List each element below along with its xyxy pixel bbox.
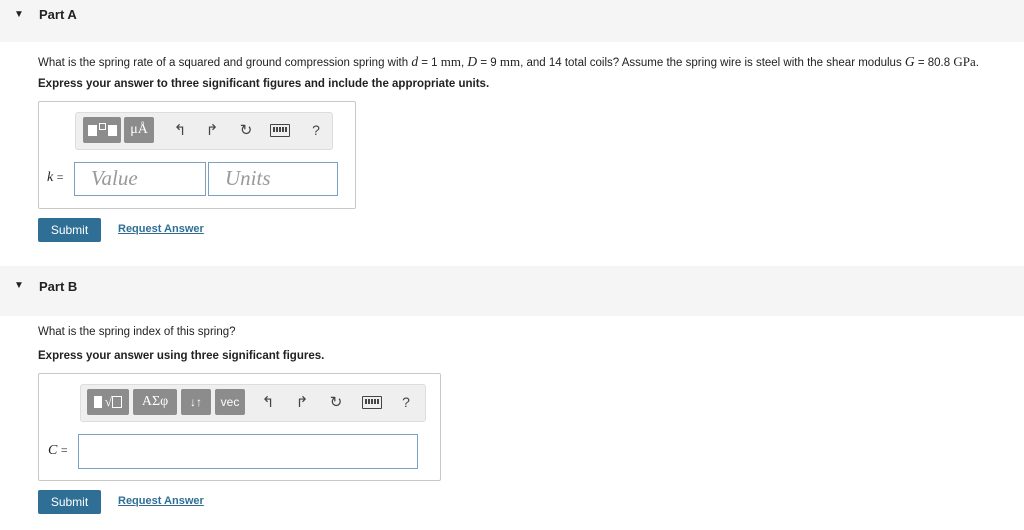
- keyboard-icon[interactable]: [268, 117, 292, 143]
- part-a-toolbar: μÅ ↰ ↱ ↻ ?: [75, 112, 333, 150]
- part-b-toolbar: √ ΑΣφ ↓↑ vec ↰ ↱ ↻ ?: [80, 384, 426, 422]
- help-icon[interactable]: ?: [304, 117, 328, 143]
- redo-icon[interactable]: ↱: [290, 389, 314, 415]
- sub-superscript-button[interactable]: ↓↑: [181, 389, 211, 415]
- part-a-submit-button[interactable]: Submit: [38, 218, 101, 242]
- caret-down-icon[interactable]: ▼: [14, 280, 24, 291]
- part-b-header[interactable]: ▼ Part B: [0, 266, 1024, 316]
- reset-icon[interactable]: ↻: [234, 117, 258, 143]
- part-b-submit-button[interactable]: Submit: [38, 490, 101, 514]
- help-icon[interactable]: ?: [394, 389, 418, 415]
- reset-icon[interactable]: ↻: [324, 389, 348, 415]
- k-label: k =: [47, 170, 64, 185]
- undo-icon[interactable]: ↰: [168, 117, 192, 143]
- part-b-instruction: Express your answer using three signific…: [38, 350, 325, 362]
- keyboard-icon[interactable]: [360, 389, 384, 415]
- part-a-header[interactable]: ▼ Part A: [0, 0, 1024, 42]
- part-a-request-answer-link[interactable]: Request Answer: [118, 223, 204, 235]
- template-icon[interactable]: [83, 117, 121, 143]
- part-a-instruction: Express your answer to three significant…: [38, 78, 490, 90]
- undo-icon[interactable]: ↰: [256, 389, 280, 415]
- part-a-title: Part A: [39, 7, 77, 22]
- units-input[interactable]: Units: [208, 162, 338, 196]
- part-b-request-answer-link[interactable]: Request Answer: [118, 495, 204, 507]
- caret-down-icon[interactable]: ▼: [14, 9, 24, 20]
- part-b-question: What is the spring index of this spring?: [38, 326, 236, 338]
- answer-input[interactable]: [78, 434, 418, 469]
- greek-symbols-button[interactable]: ΑΣφ: [133, 389, 177, 415]
- part-a-question: What is the spring rate of a squared and…: [38, 54, 979, 69]
- part-b-answer-box: √ ΑΣφ ↓↑ vec ↰ ↱ ↻ ? C =: [38, 373, 441, 481]
- value-input[interactable]: Value: [74, 162, 206, 196]
- units-symbol-button[interactable]: μÅ: [124, 117, 154, 143]
- radical-template-icon[interactable]: √: [87, 389, 129, 415]
- c-label: C =: [48, 443, 68, 458]
- part-a-answer-box: μÅ ↰ ↱ ↻ ? k = Value Units: [38, 101, 356, 209]
- part-b-title: Part B: [39, 279, 78, 294]
- redo-icon[interactable]: ↱: [200, 117, 224, 143]
- vector-button[interactable]: vec: [215, 389, 245, 415]
